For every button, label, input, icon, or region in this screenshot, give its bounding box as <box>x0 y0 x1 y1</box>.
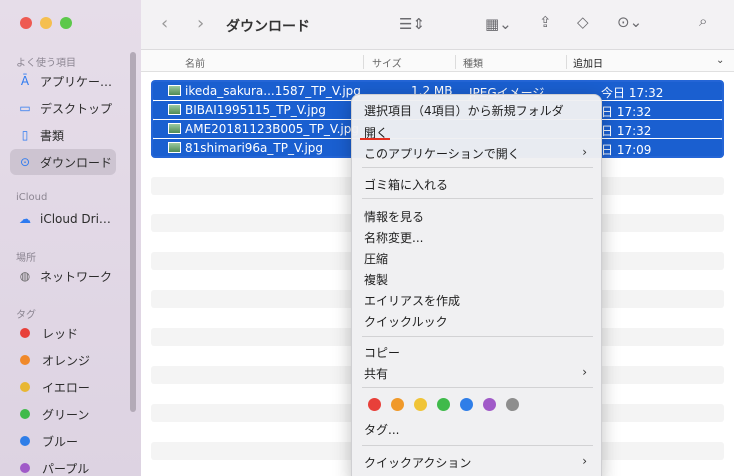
menu-item-rename[interactable]: 名称変更... <box>364 229 423 246</box>
icloud-header: iCloud <box>16 192 48 203</box>
column-header: 名前 サイズ 種類 追加日 ⌄ <box>141 50 734 72</box>
sidebar-tag-purple[interactable]: パープル <box>10 455 116 476</box>
sidebar-item-label: グリーン <box>42 407 90 422</box>
highlight-underline <box>360 138 390 140</box>
column-date-added[interactable]: 追加日 <box>573 55 603 70</box>
tag-color-dot <box>20 463 30 473</box>
column-kind[interactable]: 種類 <box>463 55 483 70</box>
download-icon: ⊙ <box>19 155 31 169</box>
sidebar-item-icloud-drive[interactable]: ☁ iCloud Dri… <box>10 206 116 232</box>
menu-separator <box>362 198 593 199</box>
tag-blue-dot[interactable] <box>460 398 473 411</box>
menu-item-compress[interactable]: 圧縮 <box>364 250 388 267</box>
sidebar-tag-red[interactable]: レッド <box>10 320 116 346</box>
sidebar-tag-green[interactable]: グリーン <box>10 401 116 427</box>
submenu-chevron-icon: › <box>582 454 587 468</box>
menu-item-get-info[interactable]: 情報を見る <box>364 208 424 225</box>
menu-separator <box>362 387 593 388</box>
sidebar-item-label: 書類 <box>40 128 65 143</box>
sidebar: よく使う項目 Ā アプリケー… ▭ デスクトップ ▯ 書類 ⊙ ダウンロード i… <box>0 0 141 476</box>
menu-item-quick-look[interactable]: クイックルック <box>364 313 448 330</box>
list-view-icon[interactable]: ☰⇕ <box>399 17 425 32</box>
menu-separator <box>362 167 593 168</box>
tag-color-dot <box>20 355 30 365</box>
column-divider <box>566 55 567 69</box>
back-chevron-icon[interactable]: ‹ <box>161 15 168 33</box>
sort-chevron-icon[interactable]: ⌄ <box>716 55 724 66</box>
sidebar-item-label: レッド <box>42 326 79 341</box>
toolbar: ‹ › ダウンロード ☰⇕ ▦⌄ ⇪ ◇ ⊙⌄ ⌕ <box>141 0 734 50</box>
tag-color-dot <box>20 436 30 446</box>
tag-color-dot <box>20 328 30 338</box>
desktop-icon: ▭ <box>19 101 31 115</box>
menu-item-share[interactable]: 共有 <box>364 365 388 382</box>
submenu-chevron-icon: › <box>582 365 587 379</box>
minimize-window-button[interactable] <box>40 17 52 29</box>
search-icon[interactable]: ⌕ <box>699 14 707 29</box>
column-size[interactable]: サイズ <box>372 55 402 70</box>
menu-item-new-folder-with-selection[interactable]: 選択項目（4項目）から新規フォルダ <box>364 102 564 119</box>
window-controls <box>20 17 72 29</box>
tag-purple-dot[interactable] <box>483 398 496 411</box>
column-divider <box>455 55 456 69</box>
window-title: ダウンロード <box>226 19 310 35</box>
globe-icon: ◍ <box>19 269 31 283</box>
tag-orange-dot[interactable] <box>391 398 404 411</box>
close-window-button[interactable] <box>20 17 32 29</box>
sidebar-scrollbar[interactable] <box>130 52 136 412</box>
menu-item-copy[interactable]: コピー <box>364 344 400 361</box>
sidebar-item-label: オレンジ <box>42 353 91 368</box>
tag-icon[interactable]: ◇ <box>577 15 589 30</box>
cloud-icon: ☁ <box>19 212 31 226</box>
sidebar-tag-blue[interactable]: ブルー <box>10 428 116 454</box>
menu-item-tags[interactable]: タグ... <box>364 421 399 438</box>
tags-header: タグ <box>16 310 36 321</box>
tag-gray-dot[interactable] <box>506 398 519 411</box>
sidebar-item-network[interactable]: ◍ ネットワーク <box>10 263 116 289</box>
context-menu: 選択項目（4項目）から新規フォルダ 開く このアプリケーションで開く › ゴミ箱… <box>351 94 602 476</box>
sidebar-item-label: ネットワーク <box>40 269 113 284</box>
sidebar-item-label: アプリケー… <box>40 74 113 89</box>
tag-color-dot <box>20 409 30 419</box>
forward-chevron-icon[interactable]: › <box>197 15 204 33</box>
menu-item-duplicate[interactable]: 複製 <box>364 271 388 288</box>
sidebar-item-label: ダウンロード <box>40 155 113 170</box>
favorites-header: よく使う項目 <box>16 58 76 69</box>
sidebar-item-documents[interactable]: ▯ 書類 <box>10 122 116 148</box>
tag-red-dot[interactable] <box>368 398 381 411</box>
sidebar-item-downloads[interactable]: ⊙ ダウンロード <box>10 149 116 175</box>
menu-separator <box>362 336 593 337</box>
menu-item-move-to-trash[interactable]: ゴミ箱に入れる <box>364 176 448 193</box>
sidebar-item-label: イエロー <box>42 380 90 395</box>
submenu-chevron-icon: › <box>582 145 587 159</box>
zoom-window-button[interactable] <box>60 17 72 29</box>
sidebar-item-label: パープル <box>42 461 90 476</box>
sidebar-item-label: ブルー <box>42 434 79 449</box>
sidebar-item-label: デスクトップ <box>40 101 113 116</box>
document-icon: ▯ <box>21 128 29 142</box>
more-actions-icon[interactable]: ⊙⌄ <box>617 15 642 30</box>
tag-green-dot[interactable] <box>437 398 450 411</box>
sidebar-item-label: iCloud Dri… <box>40 212 111 226</box>
tag-yellow-dot[interactable] <box>414 398 427 411</box>
tag-color-dot <box>20 382 30 392</box>
locations-header: 場所 <box>16 253 36 264</box>
sidebar-item-desktop[interactable]: ▭ デスクトップ <box>10 95 116 121</box>
group-icon[interactable]: ▦⌄ <box>485 17 512 32</box>
share-icon[interactable]: ⇪ <box>539 15 552 30</box>
column-name[interactable]: 名前 <box>185 55 205 70</box>
sidebar-item-applications[interactable]: Ā アプリケー… <box>10 68 116 94</box>
column-divider <box>363 55 364 69</box>
menu-item-open-with[interactable]: このアプリケーションで開く <box>364 145 520 162</box>
sidebar-tag-yellow[interactable]: イエロー <box>10 374 116 400</box>
menu-separator <box>362 445 593 446</box>
sidebar-tag-orange[interactable]: オレンジ <box>10 347 116 373</box>
menu-item-make-alias[interactable]: エイリアスを作成 <box>364 292 460 309</box>
menu-item-quick-actions[interactable]: クイックアクション <box>364 454 471 471</box>
applications-icon: Ā <box>20 74 30 88</box>
